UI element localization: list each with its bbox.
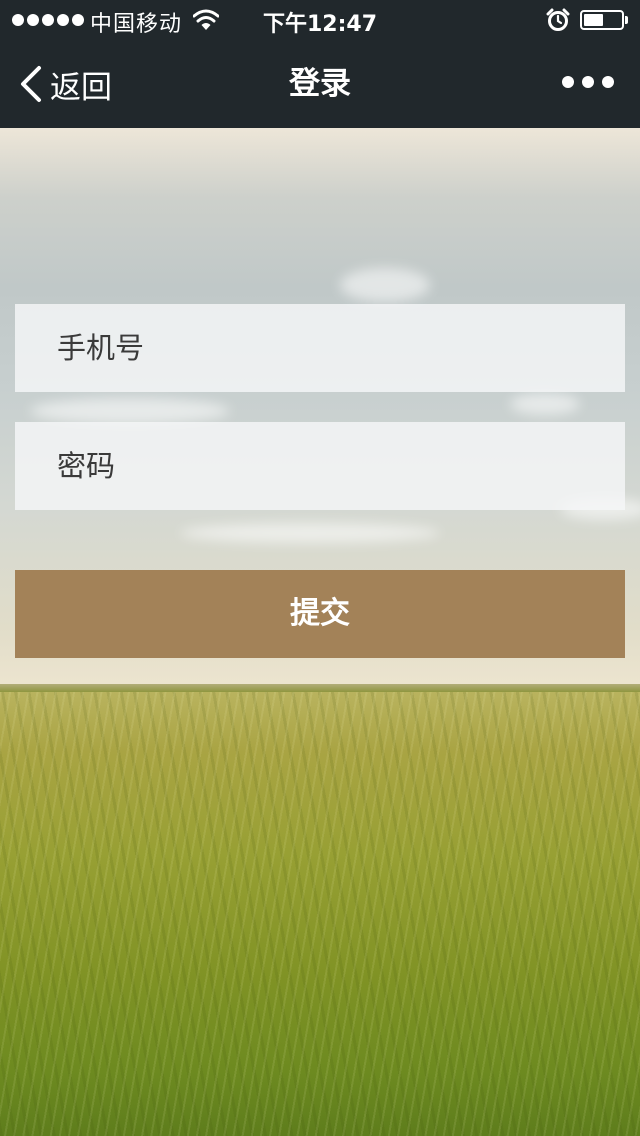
battery-tip	[625, 16, 628, 24]
cloud	[340, 268, 430, 302]
wheat-field	[0, 692, 640, 1136]
alarm-icon	[546, 8, 570, 31]
phone-input[interactable]	[55, 330, 625, 366]
top-bar: 中国移动 下午12:47 返回 登录	[0, 0, 640, 128]
password-field[interactable]	[15, 422, 625, 510]
page-title: 登录	[289, 66, 351, 102]
submit-button[interactable]: 提交	[15, 570, 625, 658]
cloud	[510, 393, 580, 415]
cloud	[30, 398, 230, 424]
status-bar: 中国移动 下午12:47	[0, 0, 640, 40]
battery-icon	[580, 10, 628, 30]
battery-fill	[584, 14, 604, 26]
horizon-line	[0, 684, 640, 692]
cloud	[180, 523, 440, 543]
login-screen: 中国移动 下午12:47 返回 登录 手机号 提交	[0, 0, 640, 1136]
more-dots-icon[interactable]	[562, 76, 614, 88]
password-input[interactable]	[55, 448, 625, 484]
phone-field[interactable]	[15, 304, 625, 392]
nav-bar: 返回 登录	[0, 40, 640, 128]
status-time: 下午12:47	[262, 12, 378, 37]
